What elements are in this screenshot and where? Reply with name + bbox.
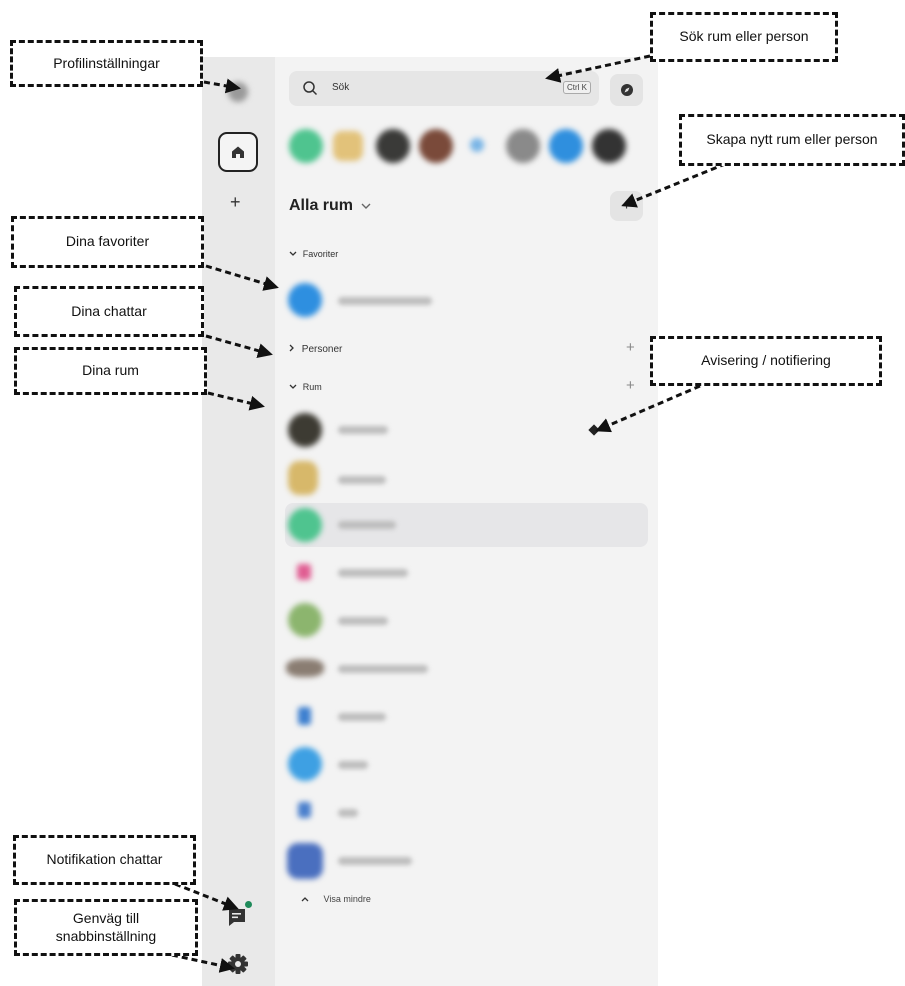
show-less-toggle[interactable]: Visa mindre bbox=[301, 894, 371, 904]
room-name bbox=[338, 521, 396, 529]
room-name bbox=[338, 426, 388, 434]
chat-notifications-button[interactable] bbox=[227, 901, 252, 928]
section-favorites[interactable]: Favoriter bbox=[289, 249, 338, 260]
recent-room-avatar[interactable] bbox=[333, 131, 363, 161]
room-avatar bbox=[298, 802, 311, 818]
room-avatar bbox=[288, 283, 322, 317]
callout-profile-settings: Profilinställningar bbox=[10, 40, 203, 87]
room-avatar bbox=[297, 564, 311, 580]
recent-room-avatar[interactable] bbox=[470, 138, 484, 152]
new-room-button[interactable]: + bbox=[610, 191, 643, 221]
recent-room-avatar[interactable] bbox=[549, 129, 583, 163]
chevron-down-icon bbox=[361, 203, 371, 209]
room-name bbox=[338, 569, 408, 577]
room-name bbox=[338, 761, 368, 769]
room-avatar bbox=[288, 508, 322, 542]
plus-icon: + bbox=[230, 192, 241, 212]
recent-room-avatar[interactable] bbox=[289, 129, 323, 163]
room-name bbox=[338, 713, 386, 721]
callout-search: Sök rum eller person bbox=[650, 12, 838, 62]
room-avatar bbox=[288, 413, 322, 447]
chat-icon bbox=[229, 909, 245, 926]
chevron-up-icon bbox=[301, 897, 309, 902]
recent-room-avatar[interactable] bbox=[376, 129, 410, 163]
callout-profile-settings-text: Profilinställningar bbox=[53, 54, 160, 71]
room-avatar bbox=[287, 843, 323, 879]
callout-chat-notifications-text: Notifikation chattar bbox=[46, 851, 163, 868]
search-placeholder: Sök bbox=[332, 82, 350, 93]
room-name bbox=[338, 617, 388, 625]
room-name bbox=[338, 665, 428, 673]
callout-favorites-text: Dina favoriter bbox=[65, 233, 150, 250]
room-name bbox=[338, 857, 412, 865]
plus-icon: + bbox=[621, 197, 632, 214]
search-bar[interactable]: Sök Ctrl K bbox=[289, 71, 599, 106]
room-name bbox=[338, 297, 432, 305]
chevron-down-icon bbox=[289, 251, 297, 256]
quick-settings-button[interactable] bbox=[227, 953, 249, 975]
callout-create: Skapa nytt rum eller person bbox=[679, 114, 905, 166]
callout-quick-settings-line2: snabbinställning bbox=[55, 927, 157, 944]
callout-rooms: Dina rum bbox=[14, 347, 207, 395]
room-avatar bbox=[288, 747, 322, 781]
section-favorites-label: Favoriter bbox=[302, 249, 339, 259]
chevron-down-icon bbox=[289, 384, 297, 389]
unread-indicator-dot bbox=[245, 901, 252, 908]
add-person-button[interactable]: + bbox=[626, 339, 635, 356]
room-name bbox=[338, 476, 386, 484]
callout-chat-notifications: Notifikation chattar bbox=[13, 835, 196, 885]
recent-room-avatar[interactable] bbox=[506, 129, 540, 163]
rooms-header-title: Alla rum bbox=[289, 197, 354, 214]
recent-room-avatar[interactable] bbox=[592, 129, 626, 163]
room-avatar bbox=[288, 603, 322, 637]
profile-avatar[interactable] bbox=[228, 82, 248, 102]
callout-notification-text: Avisering / notifiering bbox=[701, 352, 831, 369]
recent-room-avatar[interactable] bbox=[419, 129, 453, 163]
explore-rooms-button[interactable] bbox=[610, 74, 643, 106]
search-shortcut-badge: Ctrl K bbox=[563, 81, 591, 94]
compass-icon bbox=[620, 84, 633, 96]
section-rooms[interactable]: Rum bbox=[289, 382, 322, 393]
search-icon bbox=[303, 81, 318, 96]
room-avatar bbox=[298, 707, 311, 725]
callout-create-text: Skapa nytt rum eller person bbox=[706, 131, 878, 148]
home-icon bbox=[232, 146, 244, 158]
section-people-label: Personer bbox=[301, 344, 343, 355]
callout-chats-text: Dina chattar bbox=[71, 302, 147, 319]
section-rooms-label: Rum bbox=[302, 382, 322, 392]
gear-icon bbox=[228, 954, 248, 974]
callout-quick-settings: Genväg till snabbinställning bbox=[14, 899, 198, 956]
section-people[interactable]: Personer bbox=[289, 344, 342, 355]
callout-chats: Dina chattar bbox=[14, 286, 204, 337]
add-room-button[interactable]: + bbox=[626, 377, 635, 394]
callout-rooms-text: Dina rum bbox=[82, 362, 139, 379]
room-avatar bbox=[288, 461, 318, 495]
show-less-label: Visa mindre bbox=[323, 894, 371, 904]
callout-notification: Avisering / notifiering bbox=[650, 336, 882, 386]
rooms-header[interactable]: Alla rum bbox=[289, 197, 371, 215]
chevron-right-icon bbox=[289, 344, 294, 352]
create-space-button[interactable]: + bbox=[230, 192, 241, 213]
callout-search-text: Sök rum eller person bbox=[679, 28, 809, 45]
callout-quick-settings-line1: Genväg till bbox=[72, 910, 140, 926]
home-button[interactable] bbox=[218, 132, 258, 172]
room-avatar bbox=[286, 659, 324, 677]
callout-favorites: Dina favoriter bbox=[11, 216, 204, 268]
room-name bbox=[338, 809, 358, 817]
